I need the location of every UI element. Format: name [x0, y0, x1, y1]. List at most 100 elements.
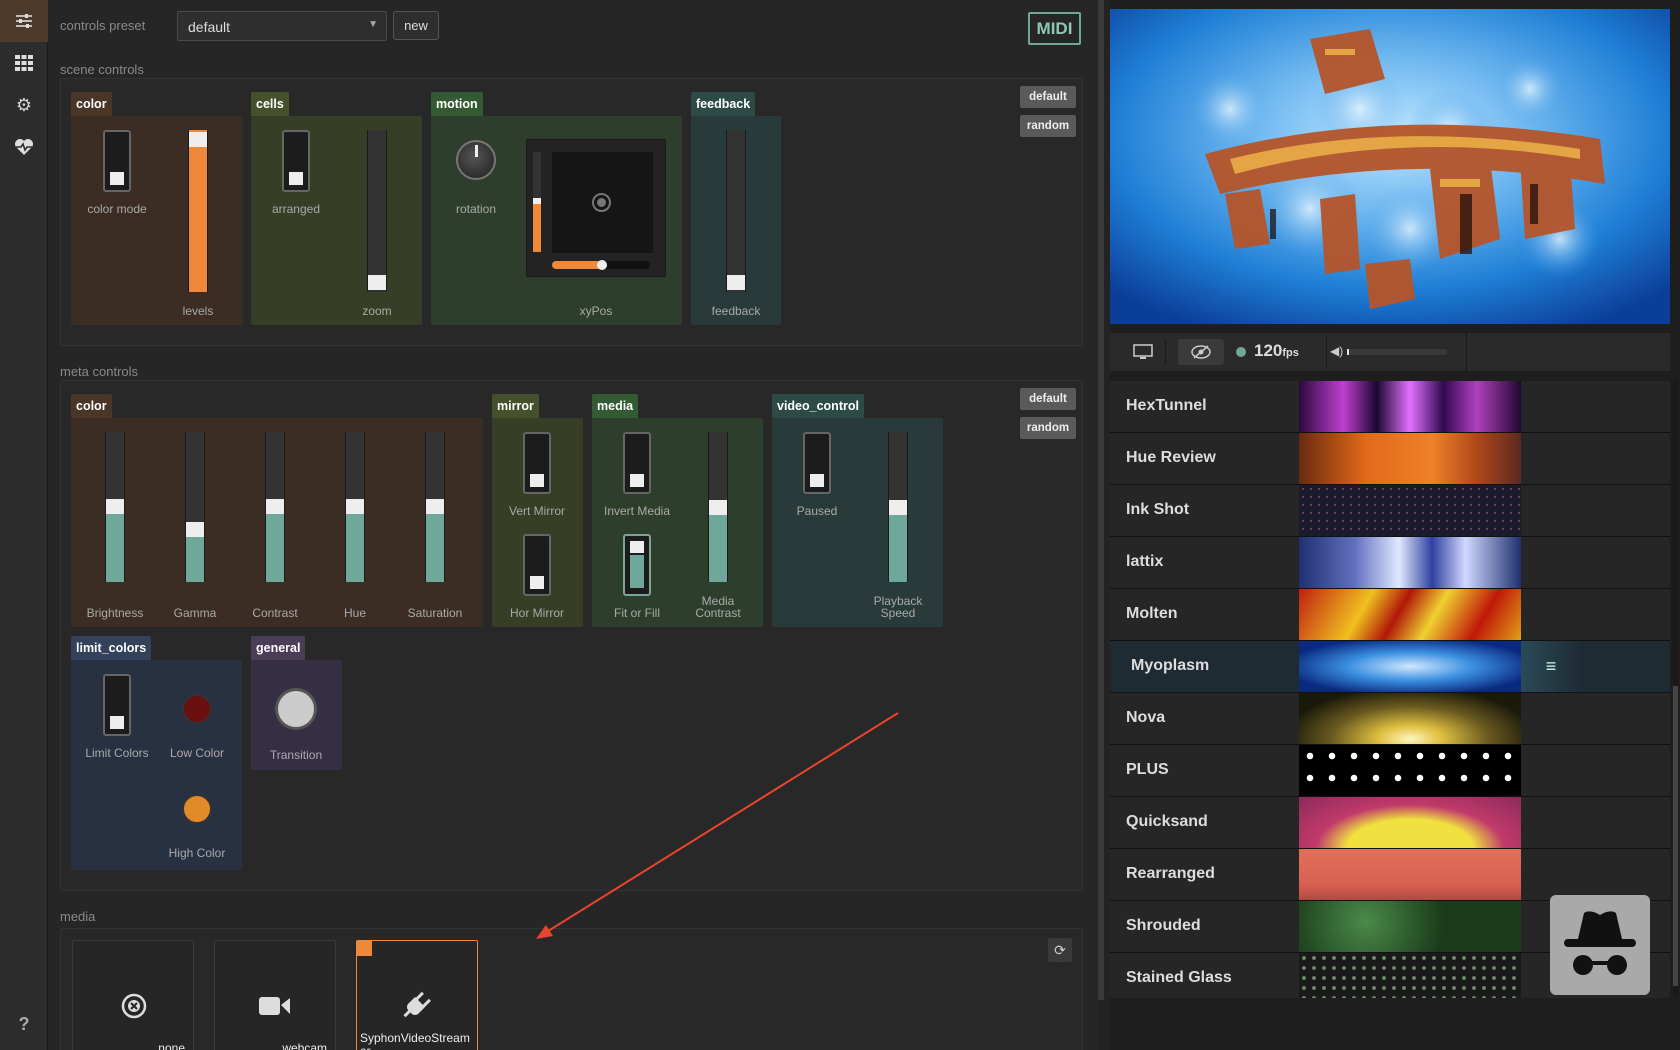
- scene-row-molten[interactable]: Molten: [1110, 589, 1670, 641]
- scene-row-myoplasm[interactable]: Myoplasm ≡: [1110, 641, 1670, 693]
- invert-media-label: Invert Media: [603, 504, 671, 518]
- color-mode-toggle[interactable]: [103, 130, 131, 192]
- vert-mirror-toggle[interactable]: [523, 432, 551, 494]
- scene-name: Stained Glass: [1126, 969, 1232, 986]
- midi-button[interactable]: MIDI: [1028, 12, 1081, 45]
- meta-contrast-slider[interactable]: [265, 432, 285, 582]
- scene-row-lattix[interactable]: lattix: [1110, 537, 1670, 589]
- playback-speed-thumb[interactable]: [889, 500, 907, 515]
- scene-row-hextunnel[interactable]: HexTunnel: [1110, 381, 1670, 433]
- ypos-slider[interactable]: [533, 152, 541, 252]
- xpos-thumb[interactable]: [597, 260, 607, 270]
- zoom-slider[interactable]: [367, 130, 387, 292]
- scene-name: Molten: [1126, 605, 1178, 622]
- slider-fill: [186, 537, 204, 582]
- scene-thumbnail: [1299, 849, 1521, 900]
- zoom-thumb[interactable]: [368, 275, 386, 290]
- scene-name: Rearranged: [1126, 865, 1215, 882]
- levels-slider[interactable]: [188, 130, 208, 292]
- xypos-pad-frame: [526, 139, 666, 277]
- fit-or-fill-toggle[interactable]: [623, 534, 651, 596]
- feedback-slider[interactable]: [726, 130, 746, 292]
- media-card-syphon[interactable]: SyphonVideoStreamer: [356, 940, 478, 1050]
- scene-row-hue-review[interactable]: Hue Review: [1110, 433, 1670, 485]
- hor-mirror-toggle[interactable]: [523, 534, 551, 596]
- scene-preview: [1110, 9, 1670, 324]
- scene-feedback-group: feedback: [691, 116, 781, 325]
- playback-speed-slider[interactable]: [888, 432, 908, 582]
- meta-hue-slider[interactable]: [345, 432, 365, 582]
- panel-divider[interactable]: [1098, 0, 1104, 1000]
- xypos-pad[interactable]: [552, 152, 653, 253]
- tab-scene-cells: cells: [251, 92, 289, 116]
- scene-name: Ink Shot: [1126, 501, 1190, 518]
- hide-preview-icon[interactable]: [1178, 339, 1224, 365]
- volume-thumb[interactable]: [1347, 349, 1349, 355]
- media-contrast-slider[interactable]: [708, 432, 728, 582]
- scene-list-scrollbar[interactable]: [1673, 381, 1678, 998]
- meta-random-button[interactable]: random: [1020, 417, 1076, 439]
- slider-thumb[interactable]: [426, 499, 444, 514]
- scrollbar-thumb[interactable]: [1673, 686, 1678, 986]
- grid-icon[interactable]: [0, 42, 48, 84]
- volume-slider[interactable]: [1347, 349, 1447, 355]
- ypos-thumb[interactable]: [533, 198, 541, 204]
- tab-scene-motion: motion: [431, 92, 483, 116]
- scene-default-button[interactable]: default: [1020, 86, 1076, 108]
- levels-label: levels: [182, 304, 214, 318]
- media-card-webcam[interactable]: webcam: [214, 940, 336, 1050]
- media-contrast-label-2: Contrast: [695, 606, 741, 620]
- tab-meta-video-control: video_control: [772, 394, 864, 418]
- menu-icon[interactable]: ≡: [1521, 641, 1581, 692]
- scene-row-plus[interactable]: PLUS: [1110, 745, 1670, 797]
- meta-saturation-slider[interactable]: [425, 432, 445, 582]
- heart-pulse-icon[interactable]: [0, 126, 48, 168]
- meta-default-button[interactable]: default: [1020, 388, 1076, 410]
- paused-toggle[interactable]: [803, 432, 831, 494]
- xpos-slider[interactable]: [552, 260, 650, 270]
- scene-name: Hue Review: [1126, 449, 1216, 466]
- media-card-none[interactable]: none: [72, 940, 194, 1050]
- refresh-icon[interactable]: ⟳: [1048, 938, 1072, 962]
- scene-row-ink-shot[interactable]: Ink Shot: [1110, 485, 1670, 537]
- monitor-icon[interactable]: [1120, 339, 1166, 365]
- slider-thumb[interactable]: [266, 499, 284, 514]
- media-contrast-thumb[interactable]: [709, 500, 727, 515]
- scene-row-quicksand[interactable]: Quicksand: [1110, 797, 1670, 849]
- scene-row-rearranged[interactable]: Rearranged: [1110, 849, 1670, 901]
- low-color-swatch[interactable]: [182, 694, 212, 724]
- levels-thumb[interactable]: [189, 132, 207, 147]
- media-card-name: none: [158, 1041, 185, 1050]
- vert-mirror-label: Vert Mirror: [508, 504, 565, 518]
- xpos-fill: [552, 261, 602, 269]
- help-icon[interactable]: ?: [0, 1003, 48, 1045]
- scene-controls-title: scene controls: [60, 62, 144, 77]
- scene-thumbnail: [1299, 433, 1521, 484]
- rotation-knob[interactable]: [456, 140, 496, 180]
- sliders-icon[interactable]: [0, 0, 48, 42]
- meta-gamma-slider[interactable]: [185, 432, 205, 582]
- volume-icon[interactable]: ◀): [1330, 344, 1343, 358]
- scene-thumbnail: [1299, 901, 1521, 952]
- preset-select[interactable]: default ▼: [177, 11, 387, 41]
- high-color-swatch[interactable]: [182, 794, 212, 824]
- transition-button[interactable]: [275, 688, 317, 730]
- gear-icon[interactable]: ⚙: [0, 84, 48, 126]
- slider-thumb[interactable]: [106, 499, 124, 514]
- scene-random-button[interactable]: random: [1020, 115, 1076, 137]
- feedback-thumb[interactable]: [727, 275, 745, 290]
- slider-thumb[interactable]: [186, 522, 204, 537]
- incognito-badge[interactable]: [1550, 895, 1650, 995]
- scene-thumbnail: [1299, 381, 1521, 432]
- scene-thumbnail: [1299, 485, 1521, 536]
- limit-colors-toggle[interactable]: [103, 674, 131, 736]
- invert-media-toggle[interactable]: [623, 432, 651, 494]
- arranged-toggle[interactable]: [282, 130, 310, 192]
- ypos-fill: [533, 200, 541, 252]
- scene-row-nova[interactable]: Nova: [1110, 693, 1670, 745]
- meta-video-control-group: Paused Playback Speed: [772, 418, 943, 627]
- xypos-handle[interactable]: [592, 193, 611, 212]
- slider-thumb[interactable]: [346, 499, 364, 514]
- meta-brightness-slider[interactable]: [105, 432, 125, 582]
- new-preset-button[interactable]: new: [393, 11, 439, 40]
